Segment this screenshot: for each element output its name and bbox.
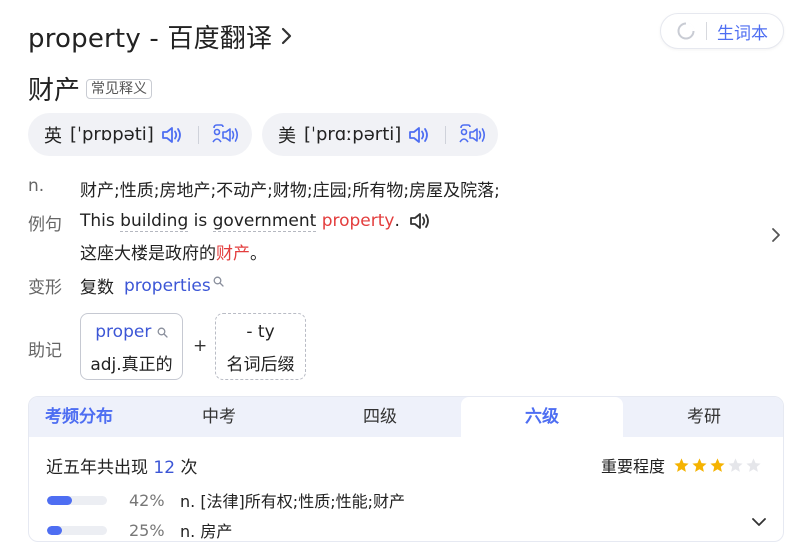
example-text: is	[188, 211, 213, 231]
mnemonic-suffix-meaning: 名词后缀	[226, 355, 295, 375]
star-empty-icon	[728, 457, 743, 472]
variant-type: 复数	[80, 278, 114, 298]
divider	[445, 125, 447, 144]
tab-zhongkao[interactable]: 中考	[139, 397, 299, 437]
divider	[706, 22, 707, 40]
star-filled-icon	[710, 457, 725, 472]
frequency-bar-fill	[47, 495, 73, 505]
phonetic-region: 英	[44, 125, 62, 147]
mnemonic-label: 助记	[28, 341, 62, 361]
frequency-bar-fill	[47, 525, 62, 535]
frequency-definition: n. 房产	[180, 522, 233, 541]
more-examples-chevron-icon[interactable]	[770, 226, 782, 244]
example-label: 例句	[28, 215, 62, 235]
divider	[197, 125, 199, 144]
phonetic-uk: 英 [ˈprɒpəti]	[28, 113, 252, 156]
example-word[interactable]: building	[120, 211, 189, 232]
occurrence-stats: 近五年共出现 12 次	[46, 453, 197, 478]
vocab-book-label: 生词本	[717, 23, 768, 44]
variant-label: 变形	[28, 278, 62, 298]
mnemonic-root-meaning: adj.真正的	[90, 355, 173, 375]
variant-form-link[interactable]: properties	[124, 276, 211, 296]
exam-frequency-panel: 考频分布 中考 四级 六级 考研 近五年共出现 12 次 重要程度 42% n.…	[28, 396, 784, 542]
example-chinese: 这座大楼是政府的财产。	[80, 239, 267, 264]
page-title-link[interactable]: property - 百度翻译	[28, 16, 294, 56]
frequency-row: 42% n. [法律]所有权;性质;性能;财产	[47, 488, 405, 512]
phonetic-ipa: [ˈprɒpəti]	[70, 124, 154, 145]
star-rating	[673, 457, 763, 474]
vocab-book-button[interactable]: 生词本	[660, 13, 784, 49]
page-title: property - 百度翻译	[28, 23, 273, 54]
frequency-percent: 42%	[129, 490, 165, 510]
mnemonic-root-word: proper	[95, 322, 152, 342]
phonetic-us: 美 [ˈprɑːpərti]	[262, 113, 498, 156]
headword-row: 财产 常见释义	[28, 70, 153, 107]
frequency-percent: 25%	[129, 520, 165, 540]
example-highlight: property	[321, 211, 395, 231]
importance-rating: 重要程度	[601, 453, 763, 477]
example-word[interactable]: government	[212, 211, 317, 232]
speaker-icon[interactable]	[160, 124, 184, 146]
definition-text: 财产;性质;房地产;不动产;财物;庄园;所有物;房屋及院落;	[80, 181, 500, 201]
loading-spinner-icon	[676, 21, 696, 41]
variant-row: 复数 properties	[80, 273, 224, 298]
tab-cet6[interactable]: 六级	[461, 397, 623, 437]
tab-cet4[interactable]: 四级	[300, 397, 460, 437]
stats-suffix: 次	[180, 458, 198, 478]
phonetic-ipa: [ˈprɑːpərti]	[304, 124, 402, 145]
tab-frequency-heading: 考频分布	[45, 407, 113, 427]
example-text: 这座大楼是政府的	[80, 244, 216, 264]
chevron-down-icon[interactable]	[751, 516, 767, 528]
mnemonic-root: proper	[81, 322, 182, 343]
common-meaning-tag: 常见释义	[86, 78, 153, 99]
mnemonic-plus: +	[193, 336, 208, 356]
example-text: 。	[250, 244, 267, 264]
example-text: .	[394, 211, 400, 231]
follow-read-icon[interactable]	[458, 123, 488, 147]
star-empty-icon	[746, 457, 761, 472]
star-filled-icon	[692, 457, 707, 472]
frequency-bar	[47, 495, 107, 505]
mnemonic-suffix-card: - ty 名词后缀	[215, 313, 306, 380]
mnemonic-root-card[interactable]: proper adj.真正的	[80, 313, 183, 380]
search-icon	[157, 323, 168, 343]
speaker-icon[interactable]	[407, 124, 431, 146]
tab-kaoyan[interactable]: 考研	[623, 397, 783, 437]
example-text: This	[80, 211, 121, 231]
stats-prefix: 近五年共出现	[46, 458, 148, 478]
chevron-right-icon	[280, 25, 294, 47]
example-english: This building is government property .	[80, 210, 432, 232]
pos-label: n.	[28, 176, 45, 196]
stats-count: 12	[153, 458, 176, 478]
phonetic-region: 美	[278, 125, 296, 147]
frequency-definition: n. [法律]所有权;性质;性能;财产	[180, 492, 405, 511]
frequency-row: 25% n. 房产	[47, 518, 233, 541]
search-icon	[213, 276, 224, 287]
follow-read-icon[interactable]	[211, 123, 241, 147]
headword: 财产	[28, 76, 81, 106]
exam-tabs: 考频分布 中考 四级 六级 考研	[29, 397, 783, 437]
speaker-icon[interactable]	[408, 210, 432, 232]
mnemonic-suffix: - ty	[246, 322, 275, 342]
example-highlight: 财产	[216, 244, 250, 264]
frequency-bar	[47, 525, 107, 535]
star-filled-icon	[674, 457, 689, 472]
importance-label: 重要程度	[601, 457, 666, 476]
